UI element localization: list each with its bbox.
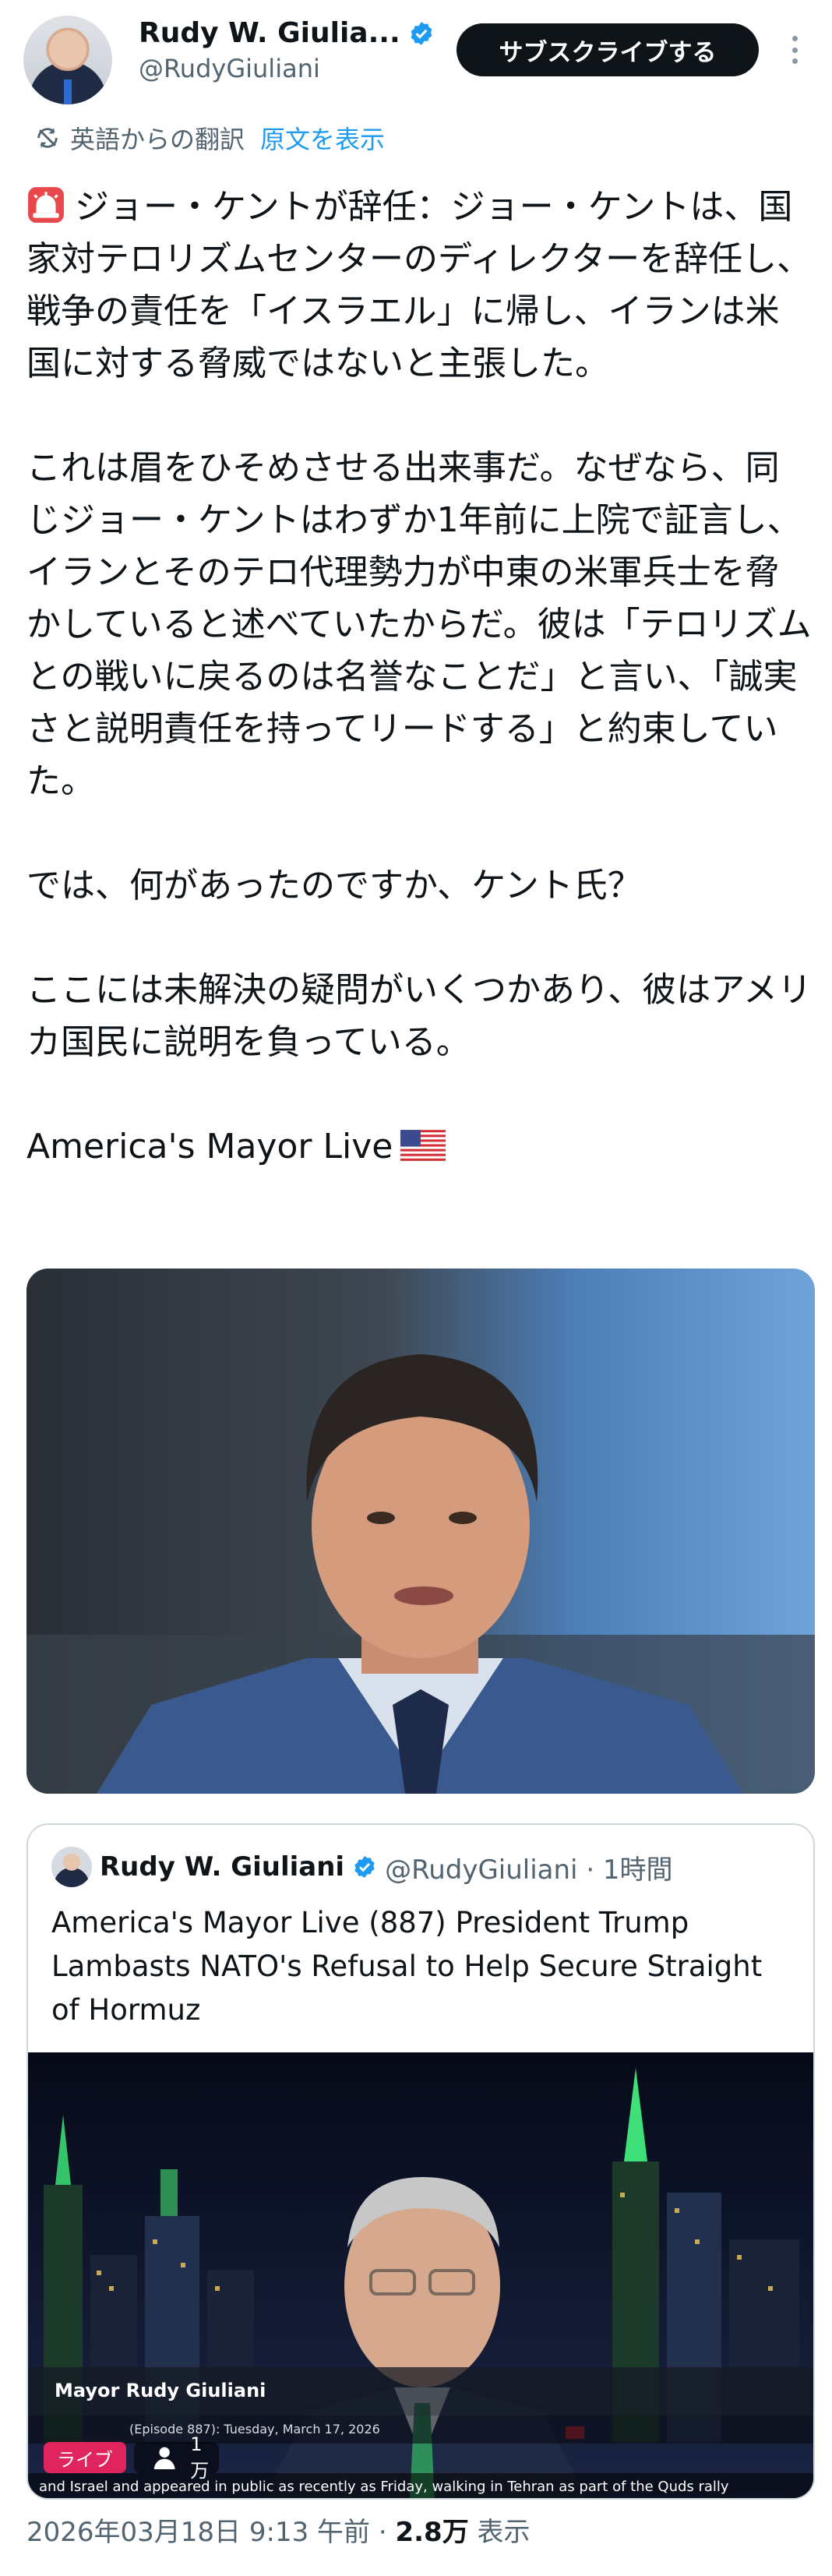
tweet-paragraph-1: ジョー・ケントが辞任：ジョー・ケントは、国家対テロリズムセンターのディレクターを… <box>26 181 813 390</box>
verified-badge-icon <box>411 21 432 45</box>
quoted-author-avatar <box>51 1847 92 1887</box>
siren-emoji-icon <box>28 187 64 223</box>
tweet-timestamp[interactable]: 2026年03月18日 9:13 午前 <box>26 2517 370 2548</box>
meta-separator: · <box>370 2517 396 2548</box>
translation-notice: 英語からの翻訳 原文を表示 <box>34 120 385 156</box>
video-lower-third: Mayor Rudy Giuliani <box>28 2367 813 2415</box>
quoted-tweet-text: America's Mayor Live (887) President Tru… <box>51 1906 763 2027</box>
tweet-text: ジョー・ケントが辞任：ジョー・ケントは、国家対テロリズムセンターのディレクターを… <box>26 181 813 1173</box>
views-label: 表示 <box>468 2517 531 2548</box>
viewer-count-value: 1万 <box>190 2433 210 2482</box>
video-episode-line: (Episode 887): Tuesday, March 17, 2026 <box>28 2415 813 2444</box>
quoted-author-name: Rudy W. Giuliani <box>100 1851 345 1883</box>
translate-icon <box>37 128 58 148</box>
video-news-ticker: and Israel and appeared in public as rec… <box>28 2473 813 2498</box>
tweet-meta: 2026年03月18日 9:13 午前 · 2.8万 表示 <box>26 2511 531 2549</box>
views-count: 2.8万 <box>395 2517 469 2548</box>
quoted-verified-badge-icon <box>354 1856 375 1878</box>
author-display-name[interactable]: Rudy W. Giulia... <box>139 17 400 49</box>
tweet-paragraph-5: America's Mayor Live <box>26 1120 813 1173</box>
tweet-header: Rudy W. Giulia... @RudyGiuliani サブスクライブす… <box>0 0 832 117</box>
quoted-tweet-header: Rudy W. Giuliani @RudyGiuliani · 1時間 <box>51 1847 673 1887</box>
viewer-count: 1万 <box>134 2433 220 2482</box>
live-badge: ライブ <box>44 2442 126 2473</box>
tweet-paragraph-1-text: ジョー・ケントが辞任：ジョー・ケントは、国家対テロリズムセンターのディレクターを… <box>26 187 812 383</box>
author-info[interactable]: Rudy W. Giulia... @RudyGiuliani <box>139 17 435 83</box>
us-flag-emoji-icon <box>400 1130 446 1161</box>
tweet-paragraph-4: ここには未解決の疑問がいくつかあり、彼はアメリカ国民に説明を負っている。 <box>26 970 813 1062</box>
subscribe-button[interactable]: サブスクライブする <box>457 23 759 76</box>
quoted-video[interactable]: Mayor Rudy Giuliani (Episode 887): Tuesd… <box>28 2052 813 2498</box>
author-avatar[interactable] <box>23 16 112 104</box>
more-options-icon[interactable] <box>779 31 810 69</box>
translation-label: 英語からの翻訳 <box>70 125 245 154</box>
show-original-link[interactable]: 原文を表示 <box>260 120 385 156</box>
tweet-paragraph-3: では、何があったのですか、ケント氏？ <box>26 866 642 905</box>
author-handle[interactable]: @RudyGiuliani <box>139 54 435 83</box>
person-icon <box>153 2447 175 2469</box>
tweet-paragraph-5-text: America's Mayor Live <box>26 1127 393 1166</box>
quoted-author-handle-time: @RudyGiuliani · 1時間 <box>385 1854 673 1886</box>
quoted-tweet-card[interactable]: Rudy W. Giuliani @RudyGiuliani · 1時間 Ame… <box>26 1823 815 2500</box>
tweet-photo[interactable] <box>26 1269 815 1794</box>
portrait-illustration <box>26 1354 815 1794</box>
tweet-paragraph-2: これは眉をひそめさせる出来事だ。なぜなら、同じジョー・ケントはわずか1年前に上院… <box>26 448 812 801</box>
